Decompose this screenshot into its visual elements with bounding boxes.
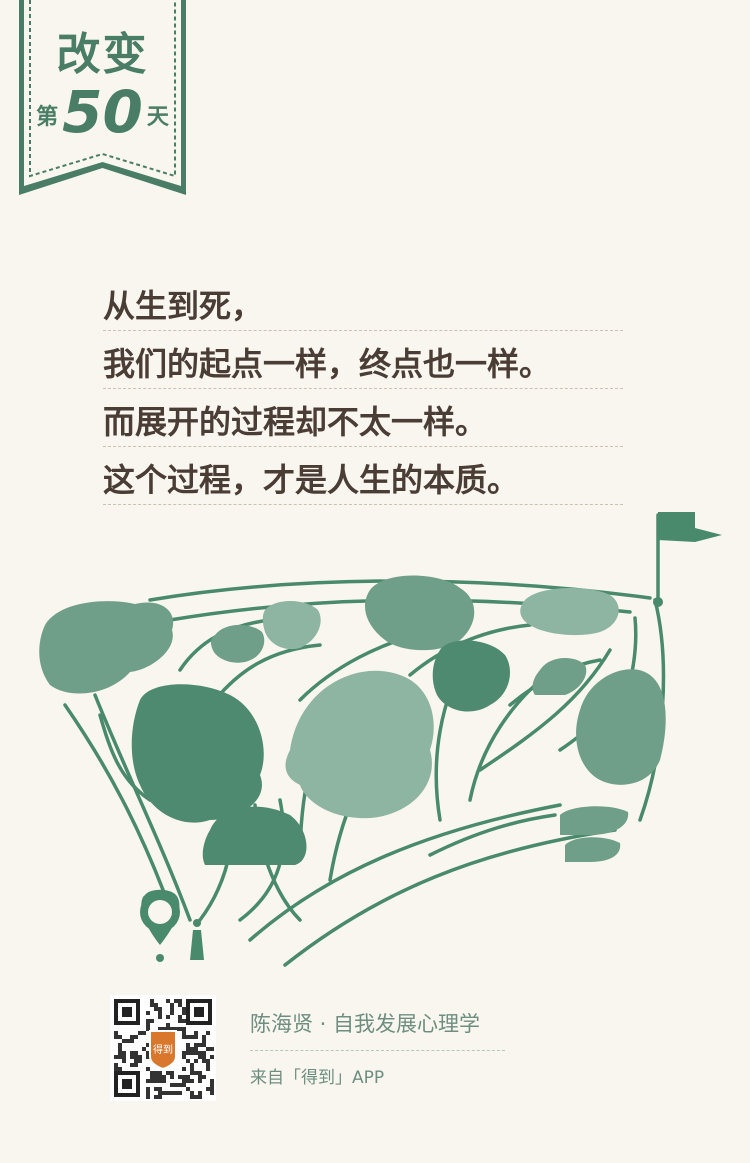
day-prefix: 第 (36, 105, 59, 130)
flag-icon (653, 512, 722, 607)
life-paths-illustration (0, 500, 750, 980)
badge-day: 第50 天 (19, 78, 186, 146)
quote-block: 从生到死， 我们的起点一样，终点也一样。 而展开的过程却不太一样。 这个过程，才… (103, 273, 623, 505)
source-label: 来自「得到」APP (250, 1068, 385, 1088)
location-pin-icon (140, 889, 180, 962)
footer: 得到 陈海贤 · 自我发展心理学 来自「得到」APP (0, 990, 750, 1110)
quote-line: 这个过程，才是人生的本质。 (103, 447, 623, 505)
quote-line: 我们的起点一样，终点也一样。 (103, 331, 623, 389)
day-badge: 改变 第50 天 (19, 0, 186, 195)
person-icon (190, 919, 204, 960)
badge-title: 改变 (56, 29, 149, 80)
qr-code-icon[interactable]: 得到 (110, 995, 216, 1101)
day-number: 50 (62, 78, 143, 146)
day-suffix: 天 (146, 105, 169, 130)
quote-line: 从生到死， (103, 273, 623, 331)
app-logo: 得到 (149, 1030, 177, 1071)
maze-forest-drawing (39, 512, 722, 967)
author-label: 陈海贤 · 自我发展心理学 (250, 1008, 505, 1051)
svg-text:得到: 得到 (153, 1044, 173, 1056)
quote-line: 而展开的过程却不太一样。 (103, 389, 623, 447)
